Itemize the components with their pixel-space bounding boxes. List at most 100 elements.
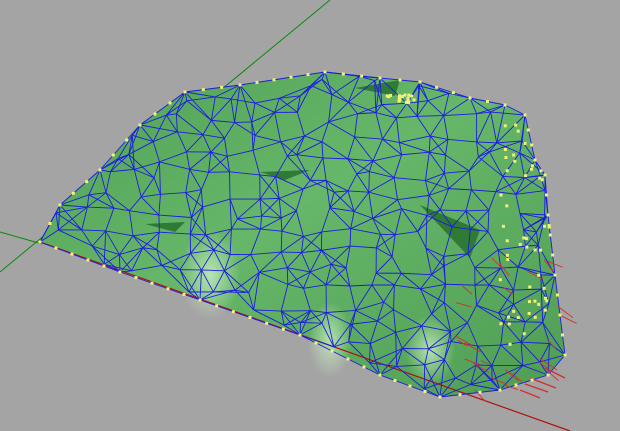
mesh-vertex bbox=[201, 88, 205, 92]
mesh-vertex bbox=[298, 333, 302, 337]
mesh-vertex bbox=[393, 379, 397, 382]
mesh-vertex bbox=[516, 316, 520, 320]
mesh-vertex bbox=[314, 341, 318, 345]
mesh-vertex bbox=[134, 276, 138, 280]
mesh-vertex bbox=[387, 94, 391, 98]
mesh-edge bbox=[349, 228, 352, 247]
mesh-vertex bbox=[71, 191, 75, 195]
mesh-vertex bbox=[505, 253, 509, 257]
mesh-vertex bbox=[265, 321, 269, 325]
mesh-vertex bbox=[238, 83, 242, 87]
mesh-vertex bbox=[330, 349, 334, 353]
mesh-vertex bbox=[346, 357, 350, 361]
mesh-vertex bbox=[409, 94, 413, 98]
mesh-vertex bbox=[561, 333, 564, 337]
viewport-canvas[interactable] bbox=[0, 0, 620, 431]
mesh-edge bbox=[525, 321, 543, 323]
selected-edge bbox=[558, 314, 577, 324]
mesh-vertex bbox=[548, 233, 552, 237]
mesh-vertex bbox=[524, 237, 528, 241]
mesh-vertex bbox=[102, 264, 106, 268]
mesh-vertex bbox=[505, 204, 509, 208]
mesh-vertex bbox=[378, 76, 382, 80]
mesh-vertex bbox=[362, 365, 366, 369]
mesh-vertex bbox=[231, 310, 235, 314]
mesh-vertex bbox=[378, 373, 382, 377]
mesh-vertex bbox=[323, 70, 327, 74]
mesh-vertex bbox=[153, 112, 157, 116]
mesh-vertex bbox=[538, 248, 542, 252]
mesh-vertex bbox=[438, 395, 442, 399]
mesh-vertex bbox=[533, 299, 537, 303]
mesh-vertex bbox=[198, 298, 202, 302]
mesh-vertex bbox=[547, 225, 551, 229]
mesh-vertex bbox=[407, 93, 411, 97]
mesh-vertex bbox=[503, 103, 507, 107]
mesh-vertex bbox=[125, 138, 129, 142]
mesh-vertex bbox=[341, 72, 345, 76]
mesh-vertex bbox=[58, 203, 62, 207]
mesh-vertex bbox=[478, 390, 482, 394]
y-axis-line-lower bbox=[0, 231, 43, 245]
mesh-vertex bbox=[498, 388, 502, 392]
mesh-vertex bbox=[418, 80, 422, 84]
mesh-edge bbox=[474, 267, 501, 269]
mesh-edge bbox=[208, 171, 230, 173]
mesh-vertex bbox=[182, 292, 186, 296]
mesh-vertex bbox=[533, 158, 537, 162]
mesh-vertex bbox=[537, 302, 541, 306]
mesh-vertex bbox=[458, 393, 462, 397]
mesh-vertex bbox=[111, 153, 115, 157]
mesh-vertex bbox=[551, 253, 555, 257]
mesh-vertex bbox=[530, 378, 534, 382]
mesh-vertex bbox=[514, 383, 518, 387]
mesh-vertex bbox=[272, 78, 276, 82]
mesh-vertex bbox=[306, 73, 310, 77]
mesh-vertex bbox=[540, 178, 544, 182]
mesh-vertex bbox=[404, 100, 408, 104]
mesh-vertex bbox=[537, 273, 541, 277]
mesh-vertex bbox=[138, 123, 142, 127]
mesh-vertex bbox=[360, 74, 364, 78]
mesh-vertex bbox=[527, 312, 531, 316]
mesh-vertex bbox=[542, 286, 546, 290]
mesh-vertex bbox=[150, 281, 154, 285]
mesh-vertex bbox=[85, 180, 89, 184]
mesh-vertex bbox=[522, 236, 526, 240]
selected-edge bbox=[524, 383, 549, 393]
mesh-vertex bbox=[545, 299, 549, 303]
mesh-vertex bbox=[527, 300, 531, 304]
mesh-vertex bbox=[289, 75, 293, 79]
mesh-vertex bbox=[505, 169, 509, 173]
mesh-vertex bbox=[86, 258, 90, 262]
mesh-vertex bbox=[220, 85, 224, 89]
mesh-vertex bbox=[451, 91, 455, 95]
mesh-vertex bbox=[166, 287, 170, 291]
mesh-vertex bbox=[528, 285, 532, 289]
mesh-vertex bbox=[530, 143, 534, 147]
mesh-vertex bbox=[248, 316, 252, 319]
mesh-vertex bbox=[556, 293, 559, 297]
mesh-vertex bbox=[98, 168, 102, 172]
mesh-vertex bbox=[468, 96, 472, 100]
mesh-vertex bbox=[529, 167, 533, 171]
mesh-vertex bbox=[545, 193, 548, 197]
mesh-vertex bbox=[499, 193, 503, 197]
mesh-vertex bbox=[486, 100, 489, 103]
mesh-vertex bbox=[503, 148, 507, 152]
mesh-vertex bbox=[523, 113, 527, 117]
mesh-vertex bbox=[38, 240, 42, 244]
mesh-vertex bbox=[168, 101, 172, 105]
3d-viewport[interactable] bbox=[0, 0, 620, 431]
mesh-vertex bbox=[542, 224, 546, 228]
mesh-vertex bbox=[503, 124, 507, 128]
mesh-vertex bbox=[412, 98, 416, 102]
mesh-vertex bbox=[558, 313, 562, 317]
mesh-vertex bbox=[525, 245, 529, 249]
mesh-vertex bbox=[563, 353, 567, 357]
mesh-vertex bbox=[512, 153, 516, 157]
mesh-vertex bbox=[539, 169, 543, 173]
mesh-vertex bbox=[408, 384, 412, 388]
mesh-vertex bbox=[546, 213, 550, 217]
mesh-vertex bbox=[255, 80, 259, 84]
